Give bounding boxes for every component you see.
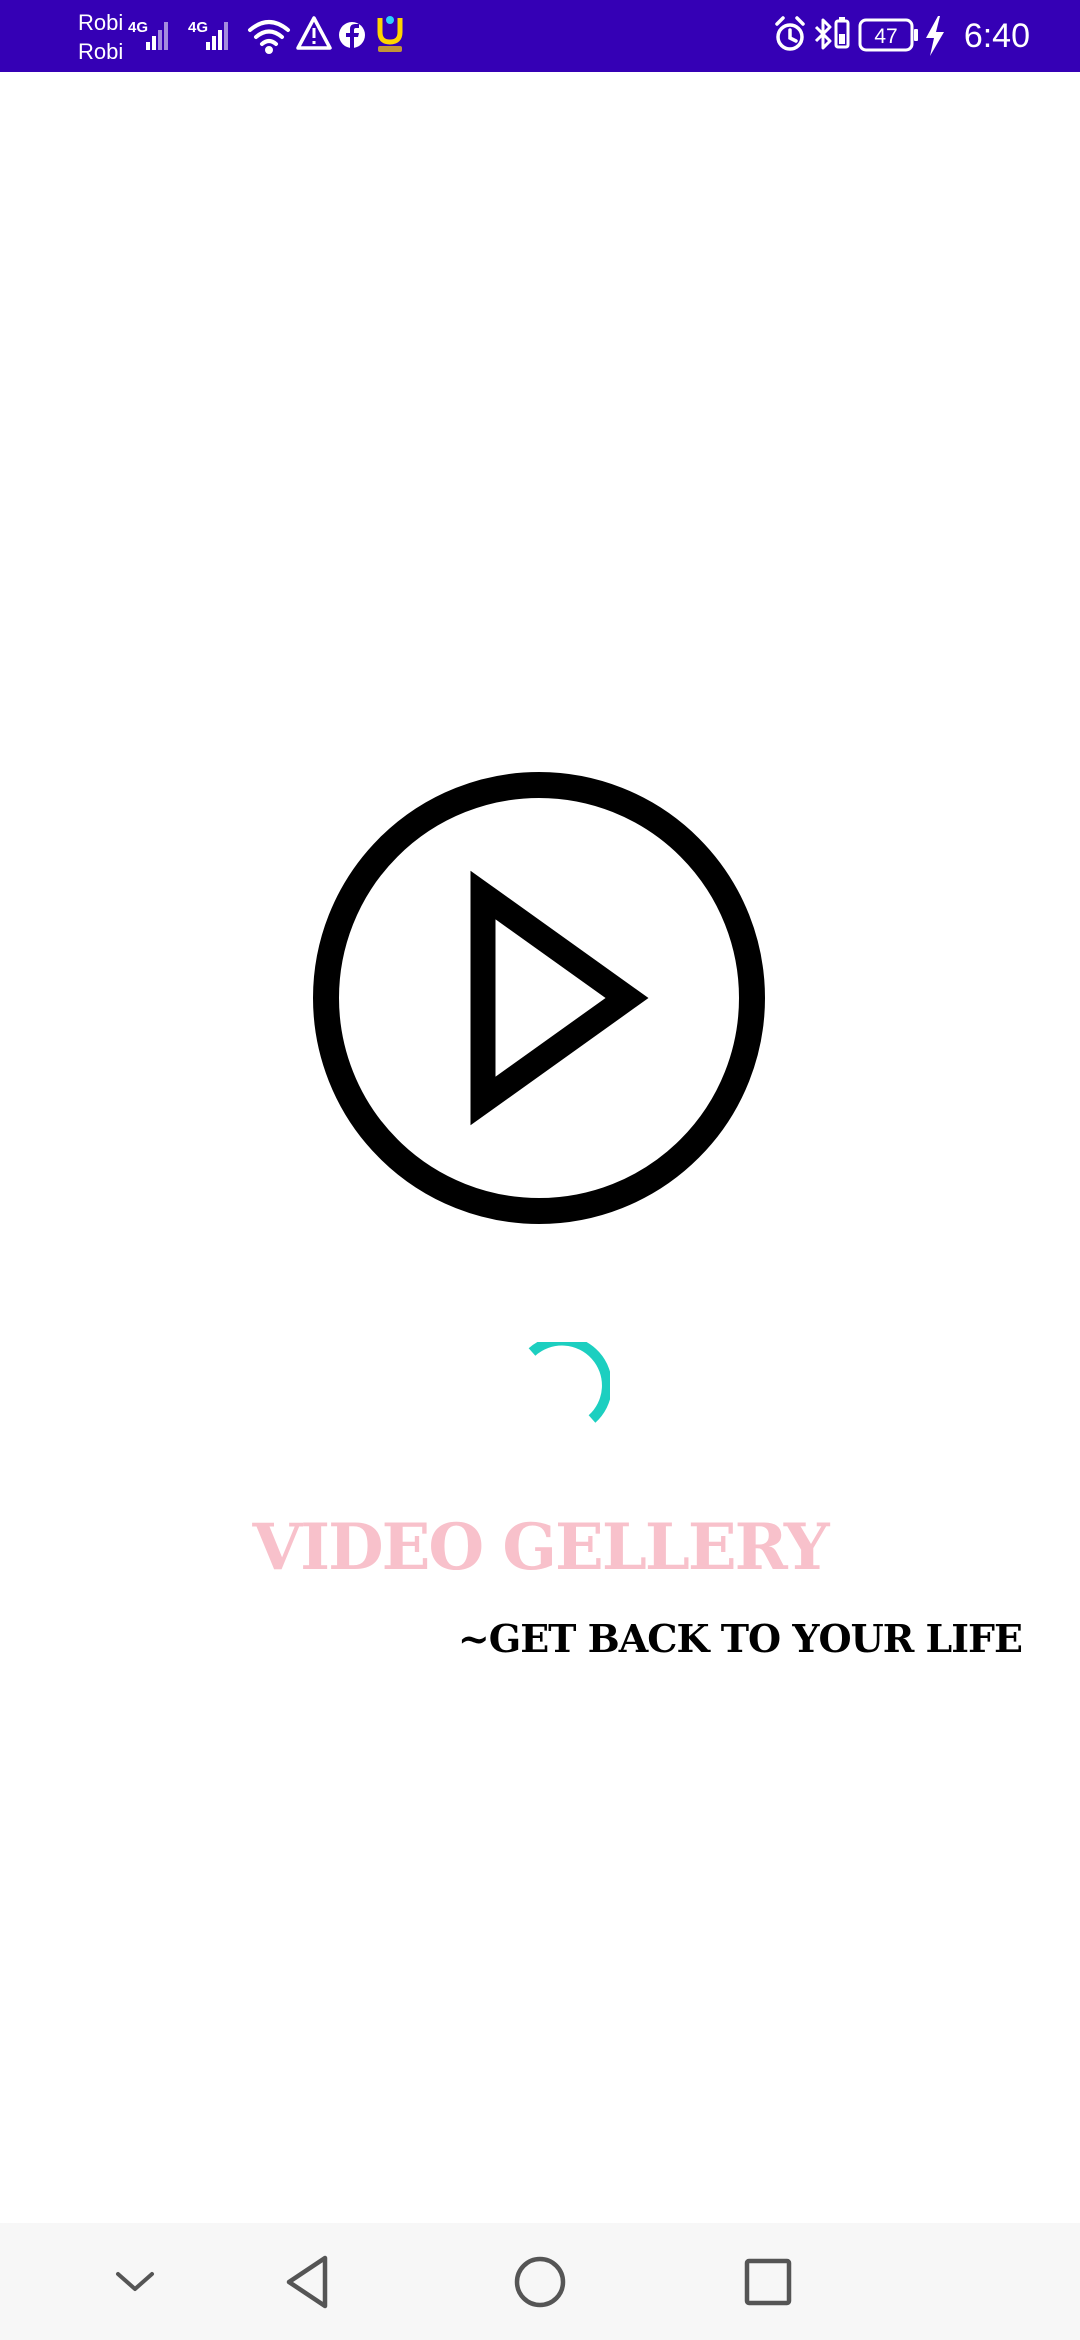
bluetooth-icon	[814, 18, 832, 50]
navigation-bar	[0, 2223, 1080, 2340]
carrier-1: Robi	[78, 10, 124, 35]
network-1-label: 4G	[128, 19, 148, 36]
wifi-icon	[248, 20, 290, 54]
signal-icon	[146, 22, 168, 50]
nav-back-button[interactable]	[249, 2223, 369, 2340]
signal-icon	[206, 22, 228, 50]
battery-icon: 47	[858, 18, 918, 52]
loading-spinner	[520, 1335, 612, 1432]
nav-recents-button[interactable]	[708, 2223, 828, 2340]
nav-collapse-button[interactable]	[75, 2223, 195, 2340]
clock: 6:40	[963, 16, 1030, 55]
spinner-arc	[528, 1335, 612, 1423]
battery-level: 47	[874, 25, 897, 48]
status-bar: Robi Robi 4G 4G 47 6:40	[0, 0, 1080, 72]
carrier-labels: Robi Robi	[78, 8, 123, 66]
app-tagline: ~GET BACK TO YOUR LIFE	[457, 1616, 1023, 1661]
nav-home-button[interactable]	[480, 2223, 600, 2340]
app-notification-icon	[377, 16, 403, 52]
back-icon	[286, 2255, 328, 2308]
app-title: VIDEO GELLERY	[252, 1510, 829, 1585]
play-circle-icon	[313, 772, 765, 1224]
carrier-2: Robi	[78, 39, 124, 64]
facebook-icon	[339, 22, 365, 48]
status-left-icons: 4G 4G	[128, 16, 403, 54]
network-2-label: 4G	[188, 19, 208, 36]
recents-icon	[744, 2258, 792, 2305]
app-logo	[310, 770, 770, 1230]
warning-icon	[296, 16, 332, 50]
status-right: 47 6:40	[772, 10, 1030, 62]
charging-icon	[925, 16, 944, 56]
status-right-icons: 47	[775, 16, 944, 56]
home-icon	[514, 2256, 566, 2307]
battery-saver-icon	[834, 17, 850, 49]
alarm-icon	[775, 16, 805, 51]
chevron-down-icon	[116, 2271, 154, 2291]
